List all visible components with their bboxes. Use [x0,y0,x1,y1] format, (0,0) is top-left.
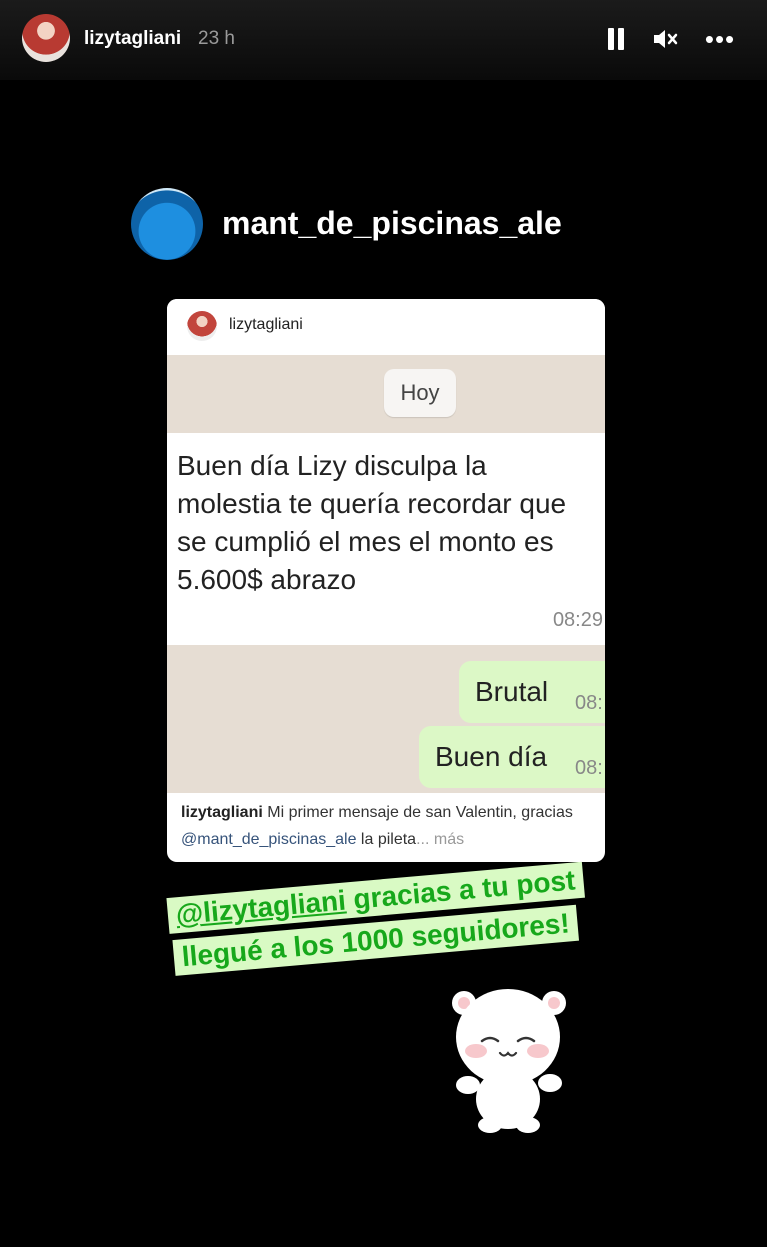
story-username[interactable]: lizytagliani [84,28,181,50]
sticker-mention[interactable]: @lizytagliani [175,885,348,931]
caption-mention[interactable]: @mant_de_piscinas_ale [181,831,356,848]
repost-avatar[interactable] [131,188,203,260]
avatar[interactable] [22,14,70,62]
pause-icon[interactable] [604,24,628,54]
post-header: lizytagliani [167,299,605,355]
caption-text-end: la pileta [360,831,417,848]
incoming-message: Buen día Lizy disculpa la molestia te qu… [167,433,605,645]
post-avatar [187,311,217,341]
outgoing-time: 08: [575,692,603,714]
more-icon[interactable]: ••• [702,24,738,54]
outgoing-text: Brutal [475,676,549,707]
repost-username[interactable]: mant_de_piscinas_ale [222,205,562,242]
post-caption: lizytagliani Mi primer mensaje de san Va… [181,799,595,853]
outgoing-time: 08: [575,757,603,779]
caption-username[interactable]: lizytagliani [181,804,263,821]
outgoing-message: Brutal 08: [459,661,605,723]
outgoing-text: Buen día [435,741,548,772]
chat-screenshot: Hoy Buen día Lizy disculpa la molestia t… [167,355,605,793]
bear-sticker [452,989,566,1133]
date-label: Hoy [384,369,456,417]
caption-text: Mi primer mensaje de san Valentin, graci… [267,804,573,821]
incoming-time: 08:29 [552,609,603,631]
incoming-text: Buen día Lizy disculpa la molestia te qu… [177,450,567,595]
caption-more[interactable]: ... más [416,831,464,848]
story-time: 23 h [198,28,235,49]
outgoing-message: Buen día 08: [419,726,605,788]
post-username: lizytagliani [229,316,303,333]
mute-icon[interactable] [650,24,680,54]
embedded-post[interactable]: lizytagliani Hoy Buen día Lizy disculpa … [167,299,605,862]
story-header: lizytagliani 23 h ••• [0,0,767,80]
